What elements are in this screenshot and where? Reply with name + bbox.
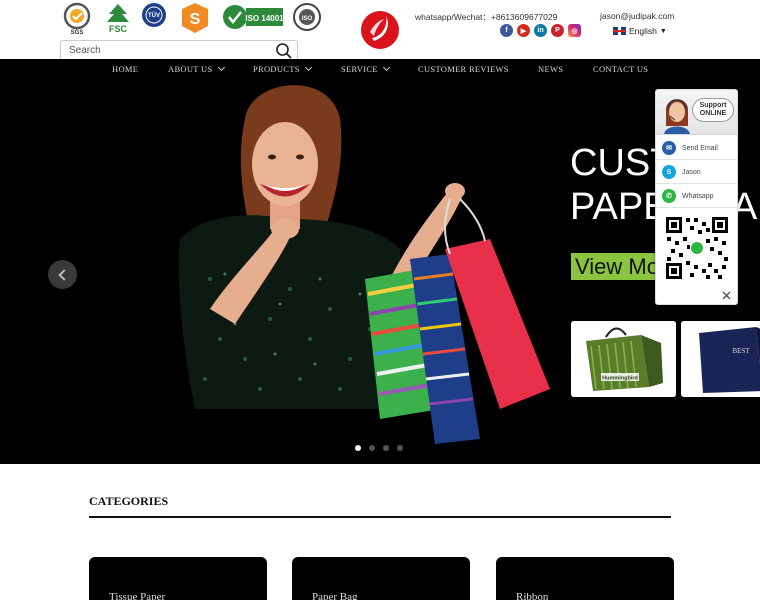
hero-woman-image: [178, 85, 550, 444]
nav-contact-us-label: CONTACT US: [593, 64, 649, 74]
youtube-icon[interactable]: ▶: [517, 24, 530, 37]
pinterest-icon[interactable]: P: [551, 24, 564, 37]
nav-products-label: PRODUCTS: [253, 64, 300, 74]
instagram-icon[interactable]: ◎: [568, 24, 581, 37]
search-input[interactable]: [69, 43, 269, 58]
search-icon[interactable]: [275, 42, 293, 60]
iso-text: ISO: [302, 16, 313, 22]
fsc-logo: FSC: [103, 2, 133, 36]
tuv-logo: TÜV: [140, 2, 168, 30]
slider-dot-4[interactable]: [397, 445, 403, 451]
thumbnail-best-bag[interactable]: BEST: [681, 321, 760, 397]
language-label: English: [629, 26, 657, 36]
thumbnail-brand-best: BEST: [732, 347, 750, 355]
chevron-down-icon: [382, 63, 390, 72]
sgs-logo: SGS: [60, 2, 94, 36]
fsc-text: FSC: [109, 24, 128, 34]
thumbnail-hummingbird-bag[interactable]: Hummingbird: [571, 321, 676, 397]
support-title-line1: Support: [699, 102, 727, 109]
nav-news[interactable]: NEWS: [538, 64, 563, 74]
support-skype-label: Jason: [682, 168, 701, 176]
main-nav: HOME ABOUT US PRODUCTS SERVICE CUSTOMER …: [0, 59, 760, 79]
language-selector[interactable]: English ▼: [613, 26, 667, 36]
slider-dot-2[interactable]: [369, 445, 375, 451]
wechat-qr-code: [664, 215, 730, 281]
categories-heading: CATEGORIES: [89, 494, 169, 508]
category-label: Tissue Paper: [109, 591, 166, 600]
category-card-paper-bag[interactable]: Paper Bag: [292, 557, 470, 600]
nav-customer-reviews-label: CUSTOMER REVIEWS: [418, 64, 509, 74]
nav-products[interactable]: PRODUCTS: [253, 63, 312, 74]
chevron-down-icon: [304, 63, 312, 72]
support-header: Support ONLINE: [656, 90, 737, 135]
iso14001-text: ISO 14001: [245, 14, 284, 23]
chevron-down-icon: ▼: [659, 27, 667, 35]
slider-prev-button[interactable]: [48, 260, 77, 289]
search-box: [60, 40, 298, 61]
chevron-down-icon: [217, 63, 225, 72]
tuv-text: TÜV: [148, 12, 160, 19]
category-label: Paper Bag: [312, 591, 358, 600]
site-header: SGS FSC TÜV S ISO 14001 ISO Search whats…: [0, 0, 760, 61]
support-send-email-label: Send Email: [682, 144, 718, 152]
close-icon[interactable]: [722, 291, 731, 300]
support-whatsapp-label: Whatsapp: [682, 192, 714, 200]
slider-dot-3[interactable]: [383, 445, 389, 451]
categories-divider: [89, 516, 671, 518]
nav-about-us[interactable]: ABOUT US: [168, 63, 225, 74]
linkedin-icon[interactable]: in: [534, 24, 547, 37]
category-label: Ribbon: [516, 591, 549, 600]
certification-logos: SGS FSC TÜV S ISO 14001 ISO: [60, 2, 325, 36]
s-badge-text: S: [190, 11, 201, 28]
iso14001-logo: ISO 14001: [222, 2, 284, 32]
iso-logo: ISO: [292, 2, 322, 32]
nav-home-label: HOME: [112, 64, 139, 74]
email-contact[interactable]: jason@judipak.com: [600, 11, 674, 21]
nav-customer-reviews[interactable]: CUSTOMER REVIEWS: [418, 64, 509, 74]
nav-about-us-label: ABOUT US: [168, 64, 213, 74]
facebook-icon[interactable]: f: [500, 24, 513, 37]
hero-slider: CUST PAPER BA View Mo Hummingbird BEST: [0, 79, 760, 464]
support-title-line2: ONLINE: [699, 110, 727, 117]
support-online-widget: Support ONLINE ✉ Send Email S Jason ✆ Wh…: [655, 89, 738, 305]
nav-service-label: SERVICE: [341, 64, 378, 74]
thumbnail-brand-hummingbird: Hummingbird: [602, 376, 638, 382]
whatsapp-contact[interactable]: whatsapp/Wechat：+8613609677029: [415, 11, 557, 23]
support-whatsapp[interactable]: ✆ Whatsapp: [656, 185, 737, 208]
skype-icon: S: [662, 165, 676, 179]
slider-dot-1[interactable]: [355, 445, 361, 451]
support-send-email[interactable]: ✉ Send Email: [656, 137, 737, 160]
category-card-tissue-paper[interactable]: Tissue Paper: [89, 557, 267, 600]
support-agent-avatar: [664, 99, 690, 134]
nav-news-label: NEWS: [538, 64, 564, 74]
category-card-ribbon[interactable]: Ribbon: [496, 557, 674, 600]
support-skype-jason[interactable]: S Jason: [656, 161, 737, 184]
company-logo[interactable]: [360, 10, 400, 50]
sgs-text: SGS: [71, 30, 84, 36]
uk-flag-icon: [613, 27, 626, 35]
nav-home[interactable]: HOME: [112, 64, 138, 74]
s-badge-logo: S: [180, 2, 210, 34]
nav-contact-us[interactable]: CONTACT US: [593, 64, 648, 74]
email-icon: ✉: [662, 141, 676, 155]
nav-service[interactable]: SERVICE: [341, 63, 390, 74]
whatsapp-icon: ✆: [662, 189, 676, 203]
support-online-bubble: Support ONLINE: [692, 98, 734, 122]
